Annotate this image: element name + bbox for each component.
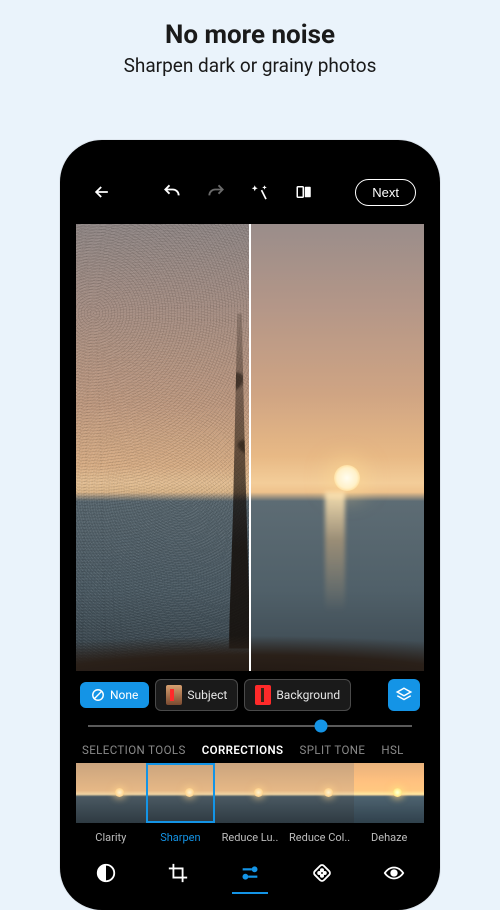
filter-reduce-color-preview (285, 763, 355, 823)
layers-button[interactable] (388, 679, 420, 711)
sun (334, 465, 360, 491)
layers-icon (395, 686, 413, 704)
auto-magic-icon[interactable] (242, 174, 278, 210)
nav-redeye-icon[interactable] (374, 856, 414, 890)
filter-reduce-luminance[interactable]: Reduce Lu.. (215, 763, 285, 844)
next-button[interactable]: Next (355, 179, 416, 206)
app-screen: Next None Subject Backgrou (70, 150, 430, 900)
image-canvas[interactable] (76, 224, 424, 671)
filter-sharpen[interactable]: Sharpen (146, 763, 216, 844)
filter-dehaze-preview (354, 763, 424, 823)
compare-divider[interactable] (249, 224, 251, 671)
compare-icon[interactable] (286, 174, 322, 210)
redo-icon (198, 174, 234, 210)
mask-subject-chip[interactable]: Subject (155, 679, 238, 711)
mask-subject-label: Subject (187, 688, 227, 702)
filter-sharpen-label: Sharpen (146, 831, 216, 844)
tab-hsl[interactable]: HSL (381, 743, 403, 757)
undo-icon[interactable] (154, 174, 190, 210)
promo-title: No more noise (0, 20, 500, 50)
back-icon[interactable] (84, 174, 120, 210)
filter-dehaze[interactable]: Dehaze (354, 763, 424, 844)
mask-none-chip[interactable]: None (80, 682, 149, 708)
tab-split-tone[interactable]: SPLIT TONE (299, 743, 365, 757)
intensity-slider[interactable] (70, 711, 430, 735)
subject-thumb-icon (166, 685, 182, 705)
tab-corrections[interactable]: CORRECTIONS (202, 743, 284, 757)
filter-reduce-color-label: Reduce Col.. (285, 831, 355, 844)
topbar: Next (70, 164, 430, 220)
filter-clarity-preview (76, 763, 146, 823)
filter-reduce-color[interactable]: Reduce Col.. (285, 763, 355, 844)
category-tabs: SELECTION TOOLS CORRECTIONS SPLIT TONE H… (70, 735, 430, 763)
none-icon (91, 688, 105, 702)
tab-selection-tools[interactable]: SELECTION TOOLS (82, 743, 186, 757)
device-frame: Next None Subject Backgrou (60, 140, 440, 910)
mask-none-label: None (110, 688, 138, 702)
filter-dehaze-label: Dehaze (354, 831, 424, 844)
filter-sharpen-preview (146, 763, 216, 823)
mask-background-chip[interactable]: Background (244, 679, 351, 711)
nav-active-underline (232, 892, 268, 894)
slider-thumb[interactable] (315, 720, 328, 733)
filter-clarity-label: Clarity (76, 831, 146, 844)
nav-heal-icon[interactable] (302, 856, 342, 890)
mask-row: None Subject Background (70, 671, 430, 711)
promo-subtitle: Sharpen dark or grainy photos (0, 54, 500, 77)
background-thumb-icon (255, 685, 271, 705)
device-notch (185, 150, 315, 170)
nav-looks-icon[interactable] (86, 856, 126, 890)
nav-adjust-icon[interactable] (230, 856, 270, 890)
filter-reduce-luminance-label: Reduce Lu.. (215, 831, 285, 844)
filter-clarity[interactable]: Clarity (76, 763, 146, 844)
slider-track (88, 725, 412, 727)
bottom-nav (70, 844, 430, 900)
nav-crop-icon[interactable] (158, 856, 198, 890)
filter-reduce-luminance-preview (215, 763, 285, 823)
filter-thumbs: Clarity Sharpen Reduce Lu.. Reduce Col..… (70, 763, 430, 844)
mask-background-label: Background (276, 688, 340, 702)
